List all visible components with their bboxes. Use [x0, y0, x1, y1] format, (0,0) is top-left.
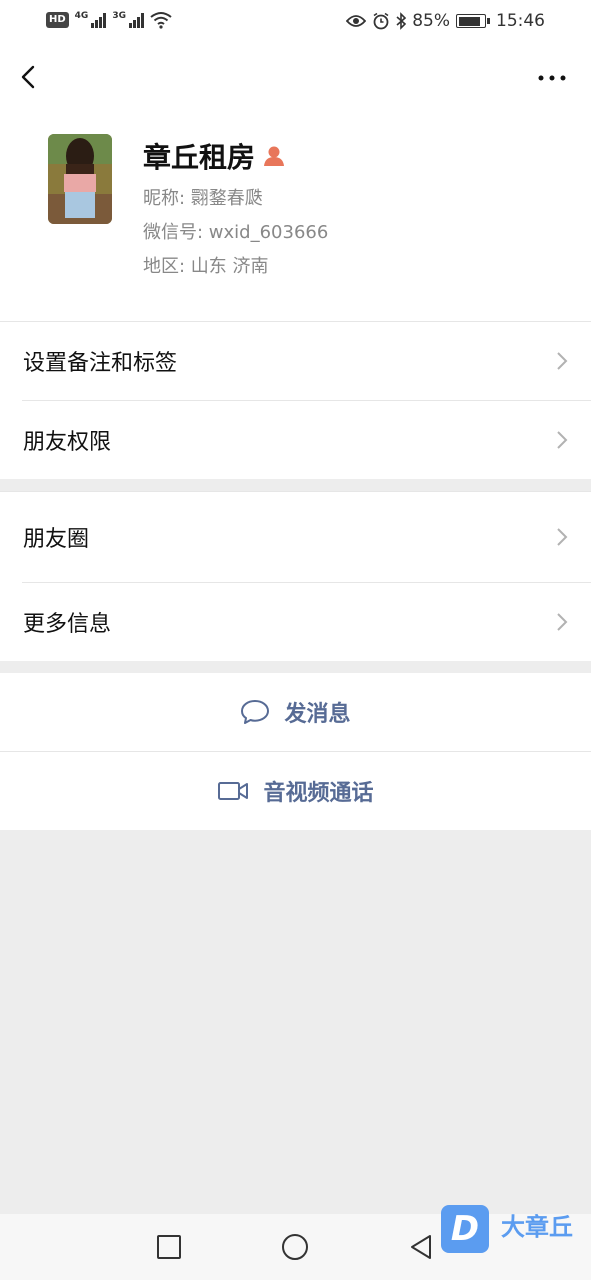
- signal-icon: [91, 12, 107, 28]
- menu-row-label: 更多信息: [23, 611, 112, 637]
- settings-group: 设置备注和标签 朋友权限: [0, 321, 591, 479]
- home-icon[interactable]: [280, 1232, 310, 1262]
- menu-row-moments[interactable]: 朋友圈: [0, 491, 591, 582]
- wifi-icon: [150, 12, 172, 29]
- battery-percent: 85%: [412, 11, 450, 31]
- wechat-id-text: 微信号: wxid_603666: [143, 222, 329, 243]
- contact-name: 章丘租房: [143, 141, 256, 174]
- watermark-text: 大章丘: [501, 1213, 573, 1241]
- bluetooth-icon: [396, 12, 407, 30]
- top-nav: [0, 44, 591, 112]
- back-triangle-icon[interactable]: [406, 1232, 436, 1262]
- send-message-button[interactable]: 发消息: [0, 673, 591, 751]
- menu-row-remark-tags[interactable]: 设置备注和标签: [0, 321, 591, 400]
- menu-row-label: 设置备注和标签: [23, 350, 178, 376]
- alarm-icon: [373, 12, 389, 30]
- profile-card: 章丘租房 昵称: 翾鍪春瓞 微信号: wxid_603666 地区: 山东 济南: [0, 112, 591, 321]
- chat-bubble-icon: [241, 700, 270, 724]
- recent-apps-icon[interactable]: [154, 1232, 184, 1262]
- video-call-button[interactable]: 音视频通话: [0, 752, 591, 830]
- hd-badge: HD: [46, 12, 69, 28]
- status-right: 85% 15:46: [346, 11, 545, 31]
- menu-row-friend-permissions[interactable]: 朋友权限: [0, 400, 591, 479]
- watermark-logo: D: [441, 1205, 489, 1253]
- chevron-right-icon: [557, 351, 568, 370]
- battery-icon: [456, 14, 490, 28]
- video-call-label: 音视频通话: [263, 781, 374, 806]
- more-dots-icon[interactable]: [537, 66, 567, 90]
- chevron-right-icon: [557, 527, 568, 546]
- signal-icon-2: [128, 12, 144, 28]
- status-time: 15:46: [496, 11, 545, 31]
- avatar[interactable]: [48, 134, 112, 224]
- menu-row-label: 朋友圈: [23, 526, 90, 552]
- nickname-text: 昵称: 翾鍪春瓞: [143, 188, 263, 209]
- action-group: 发消息 音视频通话: [0, 673, 591, 830]
- region-text: 地区: 山东 济南: [143, 256, 269, 277]
- female-icon: [264, 146, 285, 166]
- send-message-label: 发消息: [284, 702, 351, 727]
- status-left: HD 4G 3G: [46, 11, 172, 29]
- name-row: 章丘租房: [143, 136, 285, 176]
- chevron-right-icon: [557, 430, 568, 449]
- network-label-1: 4G: [74, 11, 89, 21]
- watermark: D 大章丘: [441, 1205, 589, 1255]
- info-group: 朋友圈 更多信息: [0, 491, 591, 661]
- chevron-left-icon[interactable]: [14, 62, 44, 92]
- menu-row-more-info[interactable]: 更多信息: [0, 582, 591, 661]
- network-label-2: 3G: [112, 11, 126, 21]
- video-camera-icon: [218, 782, 249, 800]
- contact-profile-screen: HD 4G 3G 85% 15:46 章丘租房 昵称: 翾鍪春瓞 微信号: wx…: [0, 0, 591, 1280]
- eye-icon: [346, 15, 367, 27]
- chevron-right-icon: [557, 612, 568, 631]
- status-bar: HD 4G 3G 85% 15:46: [0, 0, 591, 44]
- menu-row-label: 朋友权限: [23, 429, 112, 455]
